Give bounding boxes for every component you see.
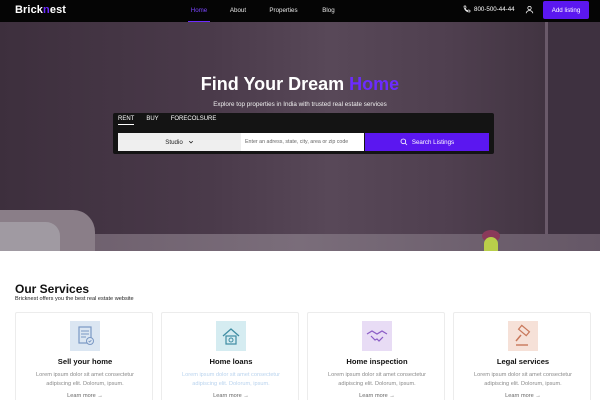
phone-icon xyxy=(463,5,471,13)
search-button-label: Search Listings xyxy=(411,138,455,146)
tab-rent[interactable]: RENT xyxy=(118,116,135,125)
services-title: Our Services xyxy=(15,282,90,296)
learn-more-link[interactable]: Learn more → xyxy=(162,393,300,399)
logo-text-accent: n xyxy=(43,4,50,16)
property-type-value: Studio xyxy=(165,138,183,146)
chevron-down-icon xyxy=(188,140,193,144)
user-icon[interactable] xyxy=(525,5,534,14)
learn-more-link[interactable]: Learn more → xyxy=(16,393,154,399)
arrow-right-icon: → xyxy=(97,393,103,399)
service-card-loans[interactable]: Home loans Lorem ipsum dolor sit amet co… xyxy=(161,312,299,400)
service-card-desc: Lorem ipsum dolor sit amet consectetur a… xyxy=(474,372,572,387)
home-loan-icon xyxy=(216,321,246,351)
handshake-icon xyxy=(362,321,392,351)
learn-more-label: Learn more xyxy=(213,393,242,399)
top-navbar: Bricknest Home About Properties Blog 800… xyxy=(0,0,600,22)
hero-title: Find Your Dream Home xyxy=(0,74,600,95)
hero-bg-wall xyxy=(548,22,600,251)
hero-title-main: Find Your Dream xyxy=(200,74,345,94)
phone-text: 800-500-44-44 xyxy=(474,5,515,13)
service-card-desc: Lorem ipsum dolor sit amet consectetur a… xyxy=(328,372,426,387)
logo[interactable]: Bricknest xyxy=(15,4,66,16)
property-type-select[interactable]: Studio xyxy=(118,133,241,151)
search-panel: RENT BUY FORECOLSURE Studio Search Listi… xyxy=(113,113,494,154)
hero-bg-vase xyxy=(484,237,498,251)
hero-title-accent: Home xyxy=(349,74,400,94)
search-icon xyxy=(400,138,408,146)
learn-more-label: Learn more xyxy=(67,393,96,399)
arrow-right-icon: → xyxy=(243,393,249,399)
services-subtitle: Bricknest offers you the best real estat… xyxy=(15,296,134,302)
learn-more-link[interactable]: Learn more → xyxy=(308,393,446,399)
service-card-desc: Lorem ipsum dolor sit amet consectetur a… xyxy=(182,372,280,387)
service-card-title: Sell your home xyxy=(57,357,113,366)
service-card-legal[interactable]: Legal services Lorem ipsum dolor sit ame… xyxy=(453,312,591,400)
sell-home-icon xyxy=(70,321,100,351)
service-card-title: Legal services xyxy=(496,357,550,366)
hero-subtitle: Explore top properties in India with tru… xyxy=(213,101,387,108)
nav-links: Home About Properties Blog xyxy=(188,0,356,22)
nav-link-about[interactable]: About xyxy=(210,0,266,22)
nav-link-blog[interactable]: Blog xyxy=(301,0,356,22)
add-listing-button[interactable]: Add listing xyxy=(543,1,589,19)
tab-foreclosure[interactable]: FORECOLSURE xyxy=(171,116,217,125)
service-card-sell[interactable]: Sell your home Lorem ipsum dolor sit ame… xyxy=(15,312,153,400)
service-card-inspection[interactable]: Home inspection Lorem ipsum dolor sit am… xyxy=(307,312,445,400)
hero-bg-cushion xyxy=(0,222,60,251)
service-card-desc: Lorem ipsum dolor sit amet consectetur a… xyxy=(36,372,134,387)
services-cards: Sell your home Lorem ipsum dolor sit ame… xyxy=(15,312,591,400)
logo-text-start: Brick xyxy=(15,4,44,16)
service-card-title: Home loans xyxy=(209,357,253,366)
search-input[interactable] xyxy=(241,133,364,151)
search-listings-button[interactable]: Search Listings xyxy=(365,133,489,151)
service-card-title: Home inspection xyxy=(346,357,408,366)
tab-buy[interactable]: BUY xyxy=(146,116,158,125)
arrow-right-icon: → xyxy=(389,393,395,399)
search-tabs: RENT BUY FORECOLSURE xyxy=(118,116,228,125)
learn-more-label: Learn more xyxy=(359,393,388,399)
arrow-right-icon: → xyxy=(535,393,541,399)
phone-number[interactable]: 800-500-44-44 xyxy=(463,5,515,13)
gavel-icon xyxy=(508,321,538,351)
learn-more-link[interactable]: Learn more → xyxy=(454,393,592,399)
nav-link-home[interactable]: Home xyxy=(188,0,210,22)
nav-link-properties[interactable]: Properties xyxy=(266,0,301,22)
logo-text-end: est xyxy=(49,4,67,16)
learn-more-label: Learn more xyxy=(505,393,534,399)
